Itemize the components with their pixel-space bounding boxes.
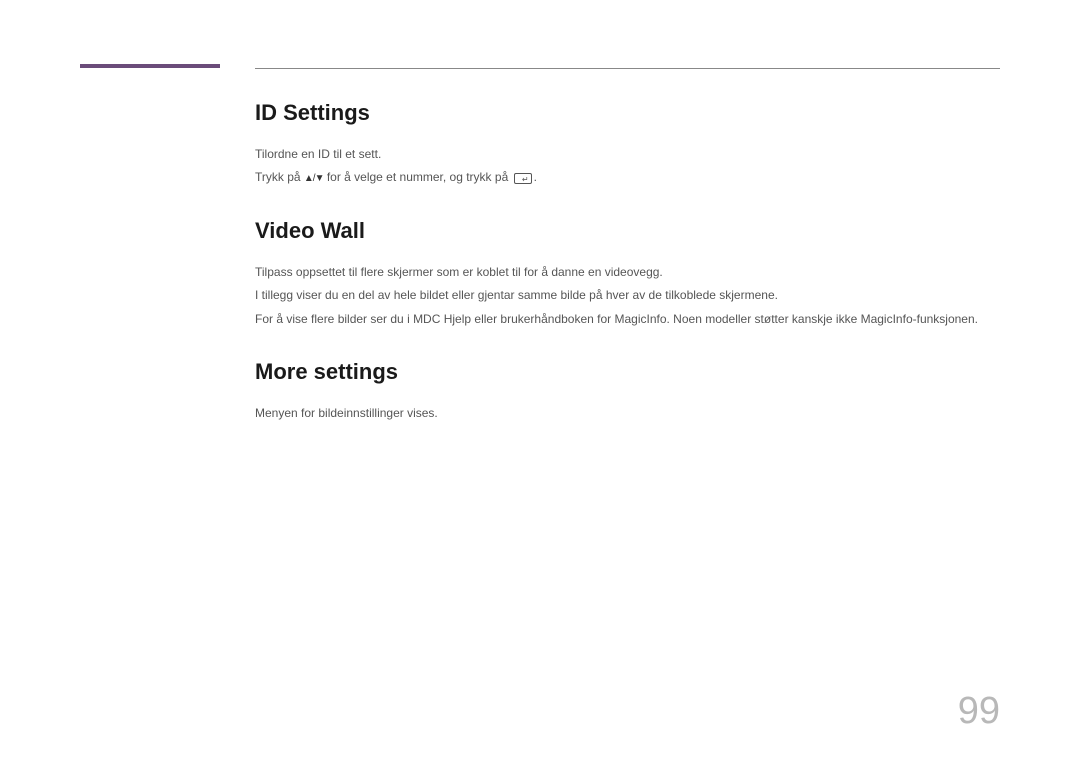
page-number: 99 [958, 690, 1000, 733]
text-video-wall-2: I tillegg viser du en del av hele bildet… [255, 285, 1000, 305]
text-fragment: Trykk på [255, 170, 304, 184]
text-video-wall-3: For å vise flere bilder ser du i MDC Hje… [255, 309, 1000, 329]
accent-bar [80, 64, 220, 68]
enter-icon [514, 173, 532, 184]
text-fragment: for å velge et nummer, og trykk på [323, 170, 511, 184]
text-fragment: . [534, 170, 537, 184]
heading-more-settings: More settings [255, 359, 1000, 385]
heading-id-settings: ID Settings [255, 100, 1000, 126]
text-id-settings-1: Tilordne en ID til et sett. [255, 144, 1000, 164]
text-video-wall-1: Tilpass oppsettet til flere skjermer som… [255, 262, 1000, 282]
page-content: ID Settings Tilordne en ID til et sett. … [255, 100, 1000, 426]
top-divider [255, 68, 1000, 69]
text-more-settings-1: Menyen for bildeinnstillinger vises. [255, 403, 1000, 423]
up-down-icon: ▲/▼ [304, 170, 324, 187]
heading-video-wall: Video Wall [255, 218, 1000, 244]
text-id-settings-2: Trykk på ▲/▼ for å velge et nummer, og t… [255, 167, 1000, 187]
